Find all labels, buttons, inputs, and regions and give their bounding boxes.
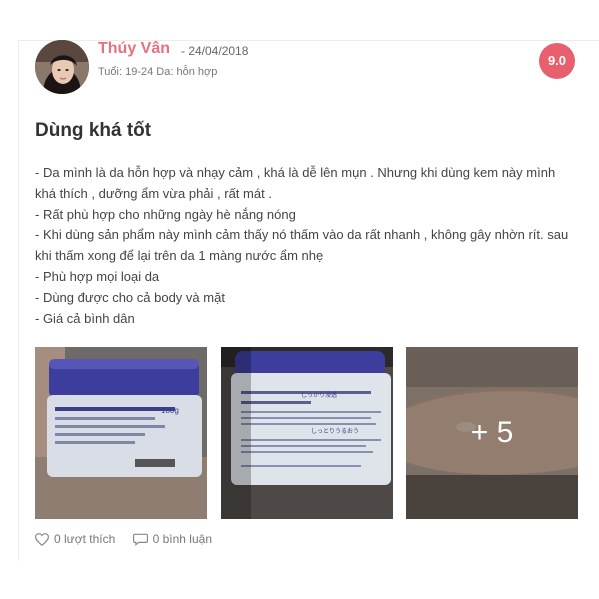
comment-button[interactable]: 0 bình luận bbox=[132, 532, 212, 546]
like-count: 0 lượt thích bbox=[54, 532, 116, 546]
review-title: Dùng khá tốt bbox=[35, 120, 152, 141]
review-actions: 0 lượt thích 0 bình luận bbox=[35, 532, 226, 549]
body-line: - Khi dùng sản phẩm này mình cảm thấy nó… bbox=[35, 227, 569, 243]
photo-2-label-2: しっとりうるおう bbox=[311, 428, 359, 435]
like-button[interactable]: 0 lượt thích bbox=[35, 532, 115, 546]
body-line: khá thích , dưỡng ẩm vừa phải , rất mát … bbox=[35, 185, 272, 201]
avatar[interactable] bbox=[35, 40, 89, 94]
body-line: - Rất phù hợp cho những ngày hè nắng nón… bbox=[35, 206, 296, 222]
photo-2-label-1: しっかり浸透 bbox=[301, 391, 337, 399]
review-photo-1[interactable]: 180g bbox=[35, 347, 207, 519]
body-line: khi thấm xong để lại trên da 1 màng nước… bbox=[35, 248, 324, 264]
author-meta: Tuổi: 19-24 Da: hỗn hợp bbox=[98, 66, 218, 78]
body-line: - Giá cả bình dân bbox=[35, 310, 135, 326]
comment-icon bbox=[132, 533, 148, 546]
score-badge: 9.0 bbox=[539, 43, 575, 79]
review-body: - Da mình là da hỗn hợp và nhạy cảm , kh… bbox=[35, 163, 583, 329]
body-line: - Da mình là da hỗn hợp và nhạy cảm , kh… bbox=[35, 165, 556, 180]
body-line: - Phù hợp mọi loại da bbox=[35, 268, 160, 284]
heart-icon bbox=[35, 532, 49, 546]
review-photo-2[interactable]: しっかり浸透 しっとりうるおう bbox=[221, 347, 393, 519]
more-photos-count[interactable]: + 5 bbox=[406, 347, 578, 519]
review-date: - 24/04/2018 bbox=[181, 44, 249, 58]
author-name[interactable]: Thúy Vân bbox=[98, 40, 170, 58]
comment-count: 0 bình luận bbox=[152, 532, 212, 546]
photo-1-label: 180g bbox=[161, 406, 179, 415]
review-photo-3[interactable]: + 5 bbox=[406, 347, 578, 519]
body-line: - Dùng được cho cả body và mặt bbox=[35, 289, 225, 305]
